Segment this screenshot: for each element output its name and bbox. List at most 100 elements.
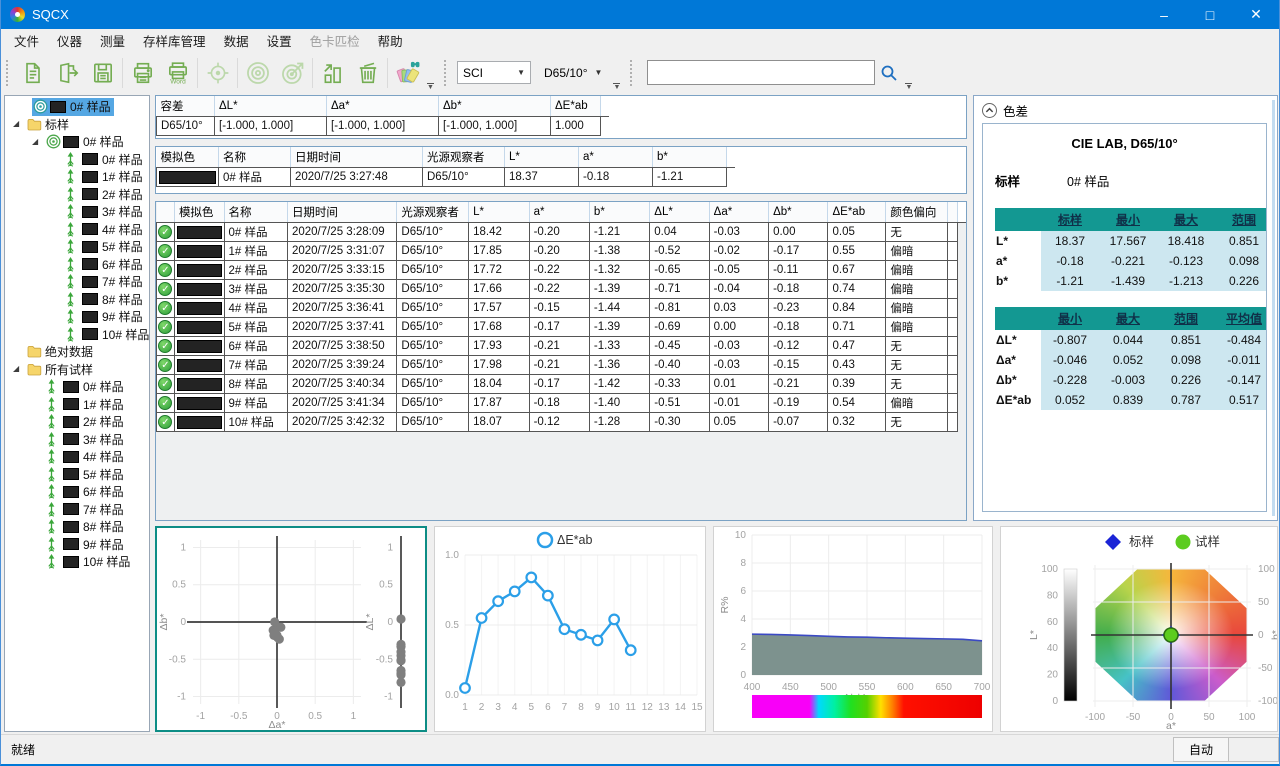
cell[interactable]: -0.69 [650, 318, 709, 337]
table-row[interactable]: ✓8# 样品2020/7/25 3:40:34D65/10°18.04-0.17… [157, 375, 967, 394]
maximize-button[interactable]: □ [1187, 0, 1233, 29]
tree-item[interactable]: ◢标样 [5, 116, 149, 134]
cell[interactable]: -1.28 [589, 413, 649, 432]
cell[interactable]: -0.15 [529, 299, 589, 318]
cell[interactable]: -0.02 [709, 242, 768, 261]
cell[interactable]: -1.42 [589, 375, 649, 394]
cell[interactable]: -0.21 [769, 375, 828, 394]
cell[interactable]: 2020/7/25 3:42:32 [287, 413, 396, 432]
column-header[interactable]: 名称 [219, 147, 291, 168]
cell[interactable]: -0.51 [650, 394, 709, 413]
column-header[interactable]: 模拟色 [174, 202, 224, 223]
cell[interactable]: D65/10° [397, 375, 469, 394]
column-header[interactable]: 光源观察者 [397, 202, 469, 223]
cell[interactable] [947, 261, 957, 280]
column-header[interactable]: a* [579, 147, 653, 168]
cell[interactable]: 2020/7/25 3:40:34 [287, 375, 396, 394]
cell[interactable]: 18.42 [469, 223, 530, 242]
table-row[interactable]: ✓3# 样品2020/7/25 3:35:30D65/10°17.66-0.22… [157, 280, 967, 299]
cell[interactable]: -0.17 [529, 318, 589, 337]
cell[interactable]: -0.18 [529, 394, 589, 413]
tree-item[interactable]: 3# 样品 [5, 431, 149, 449]
cell[interactable]: 0.74 [828, 280, 886, 299]
delta-ab-scatter-chart[interactable]: -1-1-0.5-0.5000.50.511Δa*Δb*-1-0.500.51Δ… [155, 526, 427, 732]
cell[interactable] [174, 356, 224, 375]
new-file-icon[interactable] [15, 55, 50, 91]
cell[interactable]: 18.37 [505, 168, 579, 187]
cell[interactable]: 2020/7/25 3:27:48 [291, 168, 423, 187]
cell[interactable]: 2020/7/25 3:35:30 [287, 280, 396, 299]
cell[interactable]: -0.04 [709, 280, 768, 299]
cell[interactable]: -0.07 [769, 413, 828, 432]
cell[interactable]: D65/10° [397, 413, 469, 432]
cell[interactable]: 0.67 [828, 261, 886, 280]
tree-item[interactable]: 2# 样品 [5, 186, 149, 204]
cell[interactable]: 无 [886, 337, 948, 356]
tree-item[interactable]: 5# 样品 [5, 466, 149, 484]
cell[interactable]: D65/10° [423, 168, 505, 187]
cell[interactable] [174, 337, 224, 356]
cell[interactable] [174, 394, 224, 413]
column-header[interactable]: Δb* [439, 96, 551, 117]
cell[interactable]: 17.66 [469, 280, 530, 299]
cell[interactable]: -0.03 [709, 223, 768, 242]
menu-data[interactable]: 数据 [215, 28, 258, 53]
cell[interactable]: -1.32 [589, 261, 649, 280]
cell[interactable] [947, 299, 957, 318]
cell[interactable]: 0.01 [709, 375, 768, 394]
cell[interactable]: 2020/7/25 3:28:09 [287, 223, 396, 242]
tree-item[interactable]: 0# 样品 [5, 378, 149, 396]
tree-item[interactable]: 6# 样品 [5, 483, 149, 501]
cell[interactable]: ✓ [157, 242, 175, 261]
cell[interactable]: -0.81 [650, 299, 709, 318]
cell[interactable]: -0.03 [709, 337, 768, 356]
cell[interactable]: 10# 样品 [224, 413, 287, 432]
search-icon[interactable] [875, 55, 903, 91]
menu-instrument[interactable]: 仪器 [48, 28, 91, 53]
cell[interactable]: 无 [886, 413, 948, 432]
toolbar-overflow-3[interactable]: ▼ [905, 83, 912, 90]
cell[interactable] [947, 394, 957, 413]
cell[interactable]: -0.21 [529, 337, 589, 356]
cell[interactable]: 2020/7/25 3:31:07 [287, 242, 396, 261]
cell[interactable]: -0.05 [709, 261, 768, 280]
cell[interactable]: -1.21 [589, 223, 649, 242]
cell[interactable]: 3# 样品 [224, 280, 287, 299]
column-header[interactable]: 颜色偏向 [886, 202, 948, 223]
cell[interactable]: ✓ [157, 413, 175, 432]
tree-item[interactable]: 8# 样品 [5, 291, 149, 309]
cell[interactable]: D65/10° [397, 280, 469, 299]
tree-item[interactable]: ◢0# 样品 [5, 133, 149, 151]
column-header[interactable]: Δa* [327, 96, 439, 117]
cell[interactable]: 0.71 [828, 318, 886, 337]
close-button[interactable]: ✕ [1233, 0, 1279, 29]
column-header[interactable]: ΔE*ab [551, 96, 601, 117]
cell[interactable]: 17.68 [469, 318, 530, 337]
expander-icon[interactable]: ◢ [32, 138, 45, 146]
cell[interactable]: 偏暗 [886, 299, 948, 318]
cell[interactable]: 0.04 [650, 223, 709, 242]
minimize-button[interactable]: – [1141, 0, 1187, 29]
cell[interactable]: -1.40 [589, 394, 649, 413]
cell[interactable]: -1.39 [589, 280, 649, 299]
tree-item[interactable]: 1# 样品 [5, 168, 149, 186]
column-header[interactable]: 日期时间 [291, 147, 423, 168]
cell[interactable]: -0.21 [529, 356, 589, 375]
cell[interactable]: 0.84 [828, 299, 886, 318]
cell[interactable]: -0.20 [529, 242, 589, 261]
cell[interactable]: 偏暗 [886, 280, 948, 299]
cell[interactable]: D65/10° [397, 261, 469, 280]
tree-item[interactable]: 4# 样品 [5, 221, 149, 239]
cell[interactable]: -0.18 [579, 168, 653, 187]
toolbar-overflow-2[interactable]: ▼ [613, 83, 620, 90]
cell[interactable]: 6# 样品 [224, 337, 287, 356]
cell[interactable]: -0.15 [769, 356, 828, 375]
color-match-icon[interactable] [390, 55, 425, 91]
search-input[interactable] [647, 60, 875, 85]
cell[interactable]: 8# 样品 [224, 375, 287, 394]
cell[interactable]: [-1.000, 1.000] [215, 117, 327, 136]
cell[interactable]: -0.65 [650, 261, 709, 280]
cell[interactable]: -0.30 [650, 413, 709, 432]
cell[interactable]: 0.55 [828, 242, 886, 261]
cell[interactable]: 2020/7/25 3:37:41 [287, 318, 396, 337]
